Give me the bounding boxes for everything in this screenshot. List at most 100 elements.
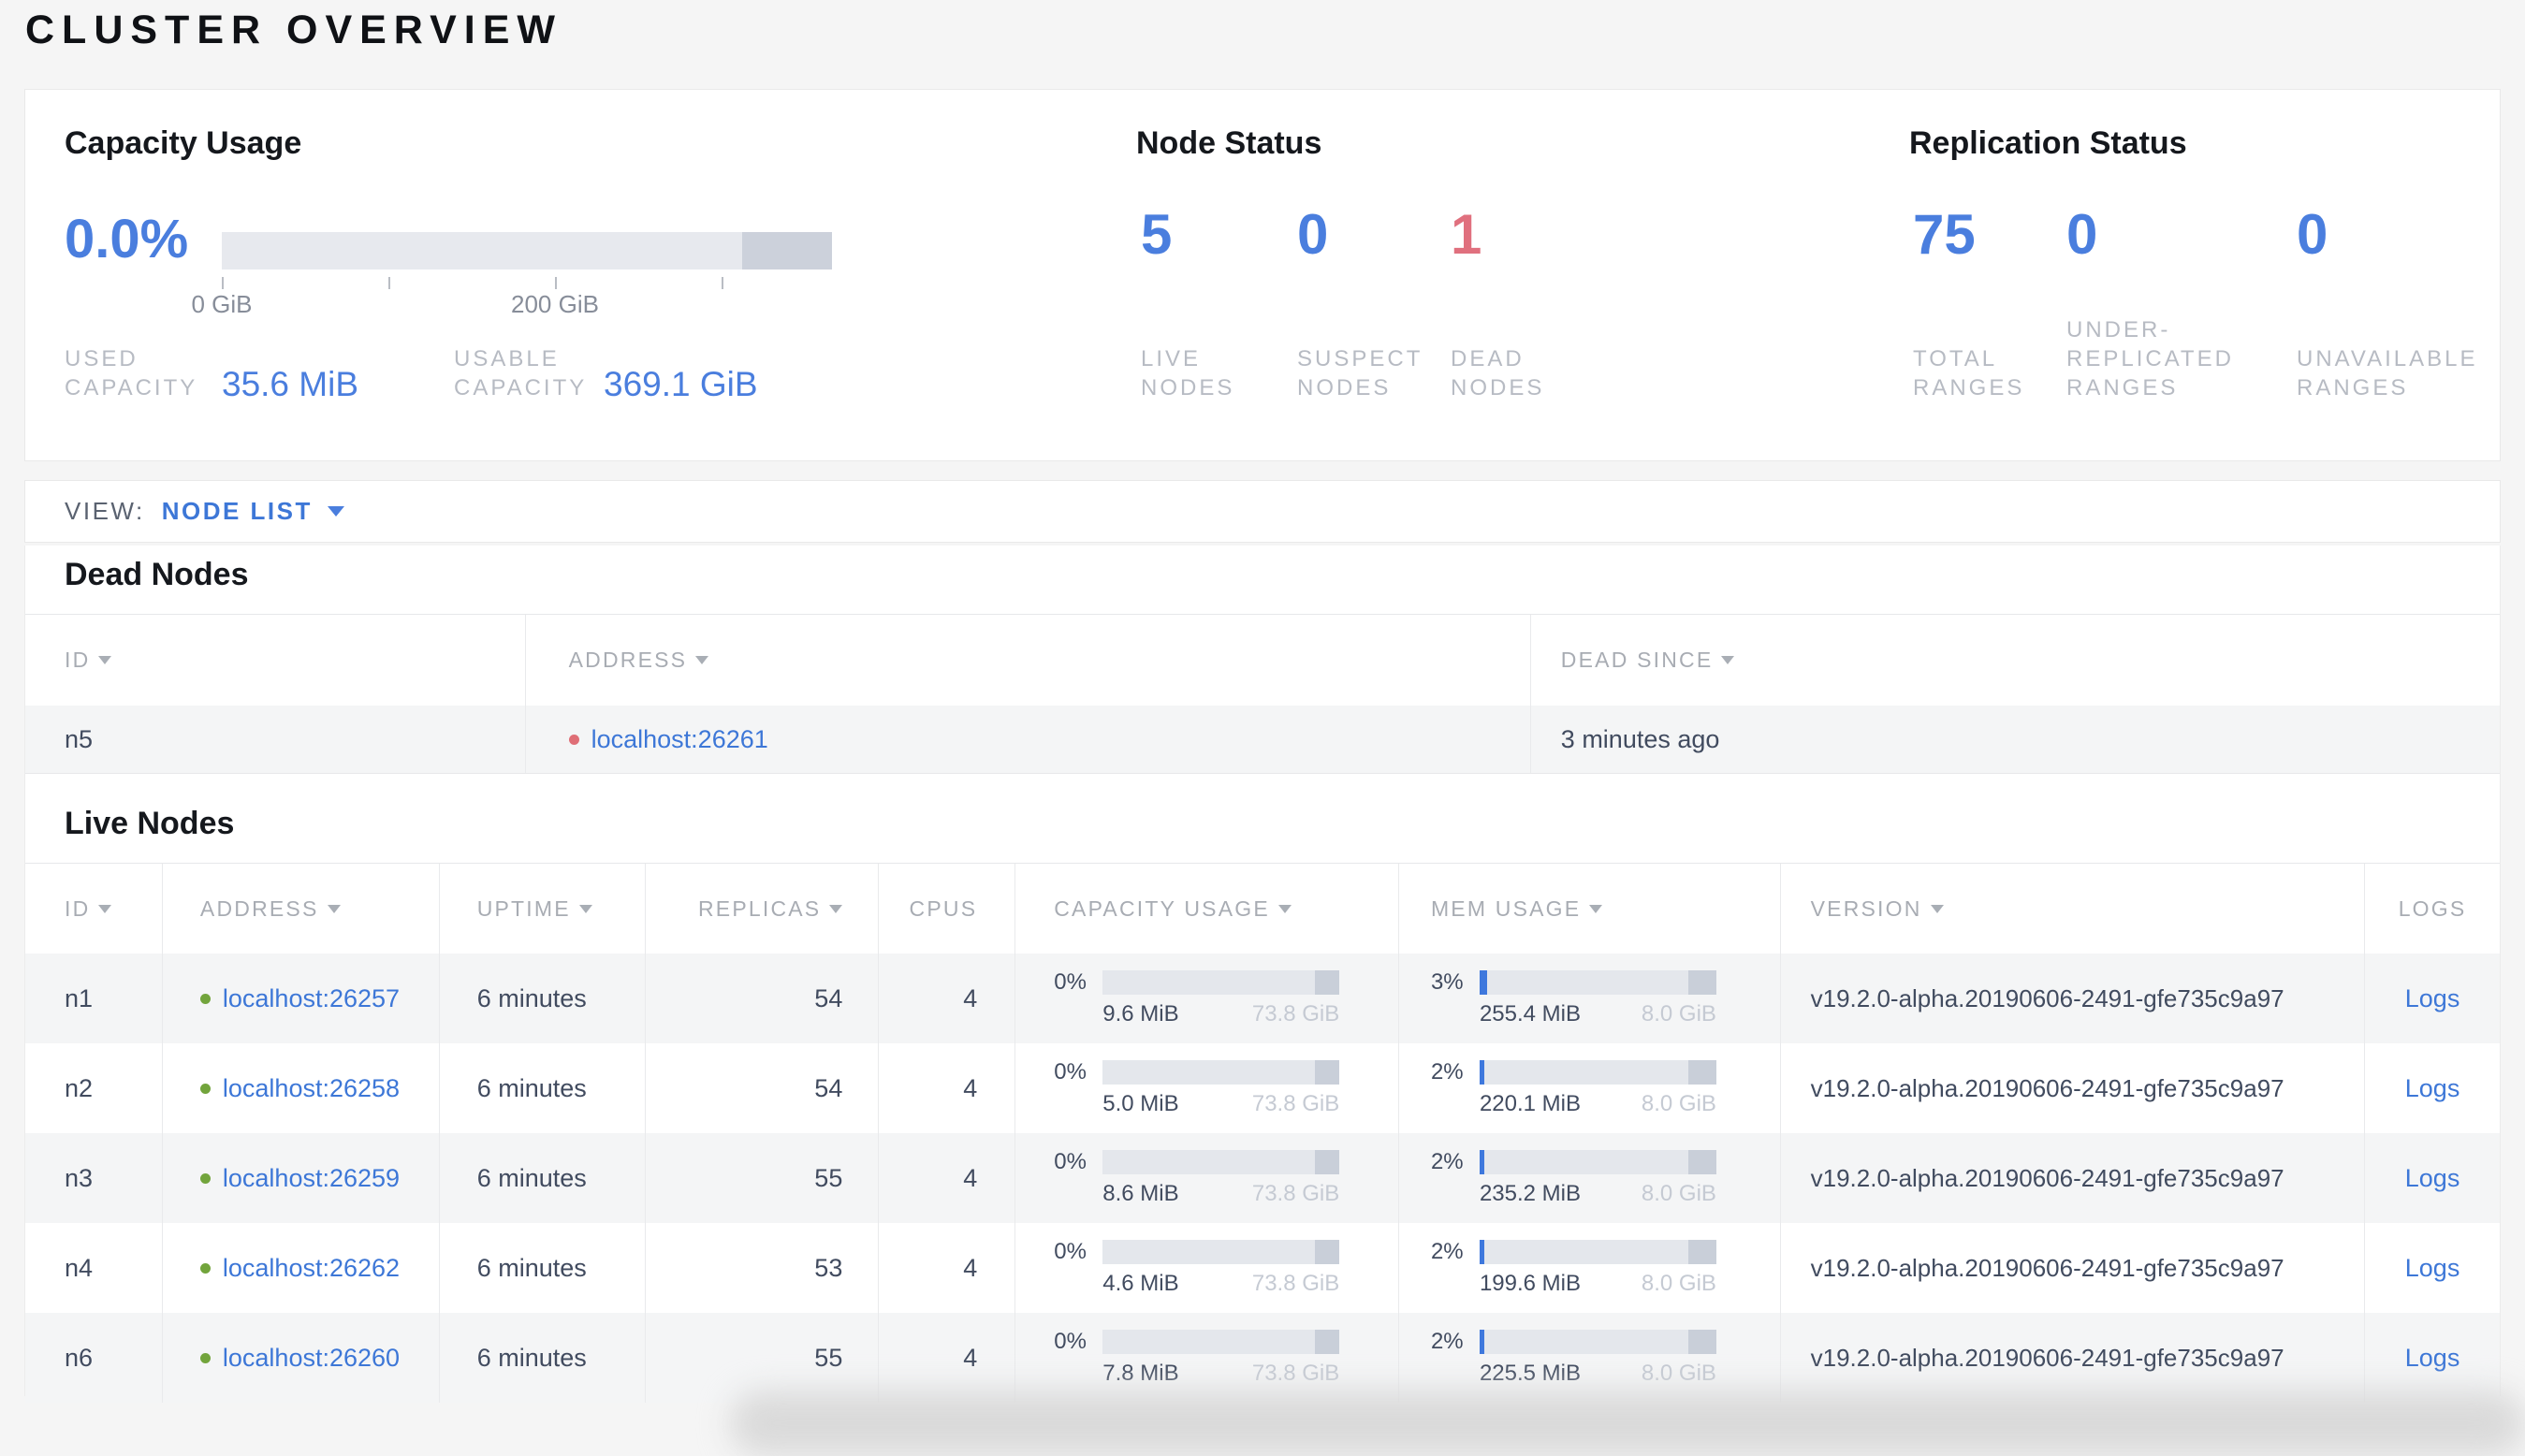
live-node-row: n4 localhost:26262 6 minutes 53 4 0% 4.6…: [25, 1223, 2500, 1313]
node-address-cell: localhost:26262: [161, 1223, 439, 1313]
node-replicas: 54: [644, 1043, 879, 1133]
node-replicas: 54: [644, 954, 879, 1043]
col-header-version[interactable]: VERSION: [1779, 864, 2364, 954]
sort-desc-icon: [1277, 904, 1292, 913]
axis-tick: [388, 277, 390, 289]
logs-link[interactable]: Logs: [2405, 1254, 2460, 1283]
mem-bar: [1479, 1329, 1716, 1354]
node-logs-cell: Logs: [2364, 954, 2500, 1043]
node-cpus: 4: [878, 954, 1014, 1043]
node-mem-usage-cell: 2% 235.2 MiB 8.0 GiB: [1397, 1133, 1780, 1223]
mem-used: 235.2 MiB: [1479, 1180, 1581, 1206]
col-header-address[interactable]: ADDRESS: [161, 864, 439, 954]
logs-link[interactable]: Logs: [2405, 1164, 2460, 1193]
suspect-nodes-label: SUSPECT NODES: [1297, 346, 1423, 400]
live-status-dot-icon: [199, 1262, 211, 1274]
live-status-dot-icon: [199, 1083, 211, 1094]
node-uptime: 6 minutes: [438, 1043, 645, 1133]
logs-link[interactable]: Logs: [2405, 1344, 2460, 1373]
bottom-shadow: [730, 1390, 2525, 1456]
capacity-used: 5.0 MiB: [1102, 1090, 1179, 1116]
col-header-mem-usage[interactable]: MEM USAGE: [1397, 864, 1780, 954]
sort-desc-icon: [695, 656, 709, 664]
dead-node-address-link[interactable]: localhost:26261: [591, 725, 768, 754]
logs-link[interactable]: Logs: [2405, 1074, 2460, 1103]
node-mem-usage-cell: 3% 255.4 MiB 8.0 GiB: [1397, 954, 1780, 1043]
sort-desc-icon: [98, 904, 112, 913]
node-address-cell: localhost:26258: [161, 1043, 439, 1133]
page-title: CLUSTER OVERVIEW: [25, 7, 562, 52]
cluster-overview-page: CLUSTER OVERVIEW Capacity Usage 0.0% 0 G…: [0, 0, 2525, 1456]
node-id: n4: [65, 1253, 94, 1282]
node-mem-usage-cell: 2% 199.6 MiB 8.0 GiB: [1397, 1223, 1780, 1313]
live-node-row: n3 localhost:26259 6 minutes 55 4 0% 8.6…: [25, 1133, 2500, 1223]
capacity-total: 73.8 GiB: [1251, 1360, 1340, 1386]
node-uptime: 6 minutes: [438, 954, 645, 1043]
dead-col-header-dead-since[interactable]: DEAD SINCE: [1529, 615, 2500, 706]
replication-status-title: Replication Status: [1909, 125, 2187, 161]
node-address-link[interactable]: localhost:26257: [223, 984, 400, 1013]
node-version: v19.2.0-alpha.20190606-2491-gfe735c9a97: [1779, 1223, 2364, 1313]
node-version: v19.2.0-alpha.20190606-2491-gfe735c9a97: [1779, 1313, 2364, 1403]
node-address-link[interactable]: localhost:26260: [223, 1344, 400, 1373]
col-header-capacity-usage[interactable]: CAPACITY USAGE: [1014, 864, 1398, 954]
node-capacity-usage-cell: 0% 8.6 MiB 73.8 GiB: [1014, 1133, 1398, 1223]
capacity-usage-title: Capacity Usage: [65, 125, 302, 161]
capacity-percent: 0%: [1054, 1058, 1087, 1085]
dead-node-id: n5: [65, 724, 94, 753]
node-uptime: 6 minutes: [438, 1313, 645, 1403]
node-capacity-usage-cell: 0% 5.0 MiB 73.8 GiB: [1014, 1043, 1398, 1133]
total-ranges-count: 75: [1913, 203, 1976, 266]
capacity-bar: [1102, 1329, 1340, 1354]
node-address-link[interactable]: localhost:26258: [223, 1074, 400, 1103]
mem-used: 220.1 MiB: [1479, 1090, 1581, 1116]
capacity-bar: [1102, 969, 1340, 995]
node-replicas: 55: [644, 1313, 879, 1403]
logs-link[interactable]: Logs: [2405, 984, 2460, 1013]
mem-used: 199.6 MiB: [1479, 1270, 1581, 1296]
node-logs-cell: Logs: [2364, 1313, 2500, 1403]
mem-percent: 3%: [1430, 968, 1464, 995]
capacity-bar: [1102, 1239, 1340, 1264]
capacity-used: 9.6 MiB: [1102, 1000, 1179, 1026]
capacity-total: 73.8 GiB: [1251, 1180, 1340, 1206]
node-id: n3: [65, 1163, 94, 1192]
mem-bar: [1479, 1239, 1716, 1264]
col-header-id[interactable]: ID: [25, 864, 162, 954]
suspect-nodes-count: 0: [1297, 203, 1329, 266]
dead-node-row: n5 localhost:26261 3 minutes ago: [25, 706, 2500, 774]
node-capacity-usage-cell: 0% 7.8 MiB 73.8 GiB: [1014, 1313, 1398, 1403]
mem-bar: [1479, 1059, 1716, 1085]
sort-desc-icon: [98, 656, 112, 664]
capacity-percent: 0.0%: [65, 209, 189, 269]
node-address-cell: localhost:26257: [161, 954, 439, 1043]
node-uptime: 6 minutes: [438, 1223, 645, 1313]
live-node-row: n1 localhost:26257 6 minutes 54 4 0% 9.6…: [25, 954, 2500, 1043]
node-cpus: 4: [878, 1313, 1014, 1403]
sort-desc-icon: [1721, 656, 1735, 664]
capacity-total: 73.8 GiB: [1251, 1090, 1340, 1116]
col-header-replicas[interactable]: REPLICAS: [644, 864, 879, 954]
node-status-title: Node Status: [1136, 125, 1322, 161]
dead-nodes-section-title: Dead Nodes: [65, 557, 249, 592]
live-status-dot-icon: [199, 1352, 211, 1363]
col-header-uptime[interactable]: UPTIME: [438, 864, 645, 954]
axis-tick: [222, 277, 224, 289]
node-address-link[interactable]: localhost:26259: [223, 1164, 400, 1193]
capacity-percent: 0%: [1054, 1328, 1087, 1354]
node-logs-cell: Logs: [2364, 1133, 2500, 1223]
mem-percent: 2%: [1430, 1238, 1464, 1264]
axis-label-0: 0 GiB: [191, 290, 253, 318]
dead-col-header-address[interactable]: ADDRESS: [524, 615, 1530, 706]
chevron-down-icon: [327, 506, 344, 517]
node-cpus: 4: [878, 1223, 1014, 1313]
capacity-percent: 0%: [1054, 1238, 1087, 1264]
live-status-dot-icon: [199, 1172, 211, 1184]
node-version: v19.2.0-alpha.20190606-2491-gfe735c9a97: [1779, 1043, 2364, 1133]
view-dropdown[interactable]: NODE LIST: [162, 497, 344, 526]
dead-col-header-id[interactable]: ID: [25, 615, 525, 706]
node-version: v19.2.0-alpha.20190606-2491-gfe735c9a97: [1779, 1133, 2364, 1223]
capacity-usage-bar: [222, 232, 832, 269]
axis-tick: [555, 277, 557, 289]
node-address-link[interactable]: localhost:26262: [223, 1254, 400, 1283]
